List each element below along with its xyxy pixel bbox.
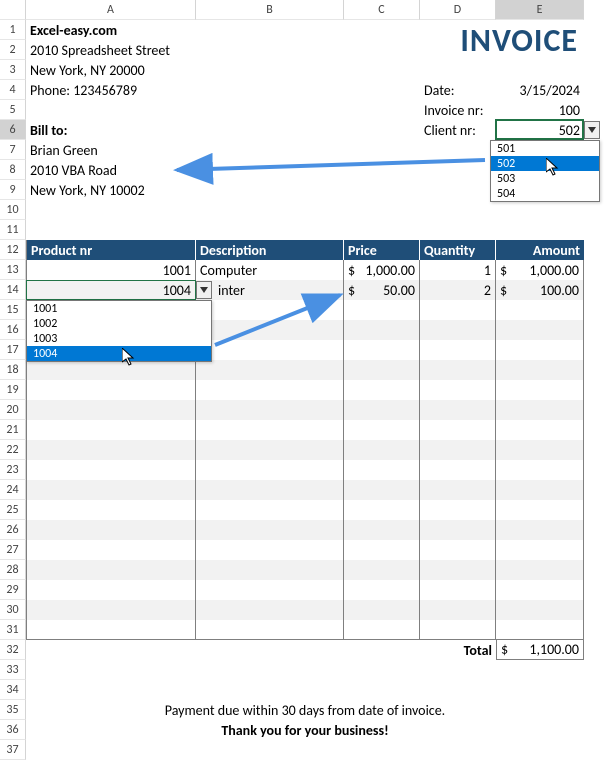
row-header-7[interactable]: 7 bbox=[0, 140, 26, 160]
company-street[interactable]: 2010 Spreadsheet Street bbox=[26, 40, 196, 60]
row-header-28[interactable]: 28 bbox=[0, 560, 26, 580]
row-header-32[interactable]: 32 bbox=[0, 640, 26, 660]
clientnr-dropdown-button[interactable] bbox=[584, 121, 600, 139]
billto-city[interactable]: New York, NY 10002 bbox=[26, 180, 196, 200]
row-header-35[interactable]: 35 bbox=[0, 700, 26, 720]
table-header-description[interactable]: Description bbox=[196, 240, 344, 260]
clientnr-dropdown-list[interactable]: 501502503504 bbox=[490, 140, 600, 202]
table-header-amount[interactable]: Amount bbox=[496, 240, 584, 260]
row-header-3[interactable]: 3 bbox=[0, 60, 26, 80]
quantity-cell[interactable]: 2 bbox=[420, 280, 496, 300]
row-header-8[interactable]: 8 bbox=[0, 160, 26, 180]
company-name[interactable]: Excel-easy.com bbox=[26, 20, 196, 40]
amount-cell[interactable]: $100.00 bbox=[496, 280, 584, 300]
row-header-33[interactable]: 33 bbox=[0, 660, 26, 680]
billto-label[interactable]: Bill to: bbox=[26, 120, 196, 140]
clientnr-value[interactable]: 502 bbox=[496, 120, 584, 140]
row-header-22[interactable]: 22 bbox=[0, 440, 26, 460]
row-header-34[interactable]: 34 bbox=[0, 680, 26, 700]
table-header-quantity[interactable]: Quantity bbox=[420, 240, 496, 260]
row-header-29[interactable]: 29 bbox=[0, 580, 26, 600]
row-header-6[interactable]: 6 bbox=[0, 120, 26, 140]
clientnr-option[interactable]: 502 bbox=[491, 156, 599, 171]
clientnr-option[interactable]: 503 bbox=[491, 171, 599, 186]
company-phone[interactable]: Phone: 123456789 bbox=[26, 80, 196, 100]
product-nr-cell[interactable]: 1004 bbox=[26, 280, 196, 300]
row-header-27[interactable]: 27 bbox=[0, 540, 26, 560]
row-header-31[interactable]: 31 bbox=[0, 620, 26, 640]
row-header-37[interactable]: 37 bbox=[0, 740, 26, 760]
row-header-19[interactable]: 19 bbox=[0, 380, 26, 400]
productnr-dropdown-button[interactable] bbox=[196, 281, 212, 299]
table-header-price[interactable]: Price bbox=[344, 240, 420, 260]
row-header-9[interactable]: 9 bbox=[0, 180, 26, 200]
row-header-30[interactable]: 30 bbox=[0, 600, 26, 620]
row-header-21[interactable]: 21 bbox=[0, 420, 26, 440]
row-header-5[interactable]: 5 bbox=[0, 100, 26, 120]
billto-street[interactable]: 2010 VBA Road bbox=[26, 160, 196, 180]
description-cell[interactable]: Computer bbox=[196, 260, 344, 280]
invoicenr-value[interactable]: 100 bbox=[496, 100, 584, 120]
row-header-4[interactable]: 4 bbox=[0, 80, 26, 100]
row-header-13[interactable]: 13 bbox=[0, 260, 26, 280]
date-value[interactable]: 3/15/2024 bbox=[496, 80, 584, 100]
row-header-15[interactable]: 15 bbox=[0, 300, 26, 320]
date-label[interactable]: Date: bbox=[420, 80, 496, 100]
total-label[interactable]: Total bbox=[420, 640, 496, 660]
row-header-25[interactable]: 25 bbox=[0, 500, 26, 520]
invoice-title: INVOICE bbox=[420, 20, 584, 60]
footer-payment-terms: Payment due within 30 days from date of … bbox=[26, 700, 584, 720]
productnr-dropdown-list[interactable]: 1001100210031004 bbox=[26, 300, 212, 362]
product-nr-cell[interactable]: 1001 bbox=[26, 260, 196, 280]
row-header-23[interactable]: 23 bbox=[0, 460, 26, 480]
productnr-option[interactable]: 1001 bbox=[27, 301, 211, 316]
row-header-14[interactable]: 14 bbox=[0, 280, 26, 300]
total-value[interactable]: $1,100.00 bbox=[496, 640, 584, 660]
row-header-36[interactable]: 36 bbox=[0, 720, 26, 740]
clientnr-option[interactable]: 501 bbox=[491, 141, 599, 156]
row-header-18[interactable]: 18 bbox=[0, 360, 26, 380]
clientnr-option[interactable]: 504 bbox=[491, 186, 599, 201]
table-header-productNr[interactable]: Product nr bbox=[26, 240, 196, 260]
row-header-17[interactable]: 17 bbox=[0, 340, 26, 360]
productnr-option[interactable]: 1002 bbox=[27, 316, 211, 331]
row-header-16[interactable]: 16 bbox=[0, 320, 26, 340]
row-header-10[interactable]: 10 bbox=[0, 200, 26, 220]
invoicenr-label[interactable]: Invoice nr: bbox=[420, 100, 496, 120]
price-cell[interactable]: $1,000.00 bbox=[344, 260, 420, 280]
col-header-D[interactable]: D bbox=[420, 0, 496, 20]
row-header-12[interactable]: 12 bbox=[0, 240, 26, 260]
company-city[interactable]: New York, NY 20000 bbox=[26, 60, 196, 80]
billto-name[interactable]: Brian Green bbox=[26, 140, 196, 160]
col-header-E[interactable]: E bbox=[496, 0, 584, 20]
description-cell[interactable]: inter bbox=[196, 280, 344, 300]
col-header-A[interactable]: A bbox=[26, 0, 196, 20]
row-header-11[interactable]: 11 bbox=[0, 220, 26, 240]
col-header-C[interactable]: C bbox=[344, 0, 420, 20]
clientnr-label[interactable]: Client nr: bbox=[420, 120, 496, 140]
productnr-option[interactable]: 1003 bbox=[27, 331, 211, 346]
row-header-24[interactable]: 24 bbox=[0, 480, 26, 500]
row-header-26[interactable]: 26 bbox=[0, 520, 26, 540]
row-header-1[interactable]: 1 bbox=[0, 20, 26, 40]
col-header-B[interactable]: B bbox=[196, 0, 344, 20]
row-header-20[interactable]: 20 bbox=[0, 400, 26, 420]
footer-thankyou: Thank you for your business! bbox=[26, 720, 584, 740]
amount-cell[interactable]: $1,000.00 bbox=[496, 260, 584, 280]
quantity-cell[interactable]: 1 bbox=[420, 260, 496, 280]
productnr-option[interactable]: 1004 bbox=[27, 346, 211, 361]
row-header-2[interactable]: 2 bbox=[0, 40, 26, 60]
price-cell[interactable]: $50.00 bbox=[344, 280, 420, 300]
